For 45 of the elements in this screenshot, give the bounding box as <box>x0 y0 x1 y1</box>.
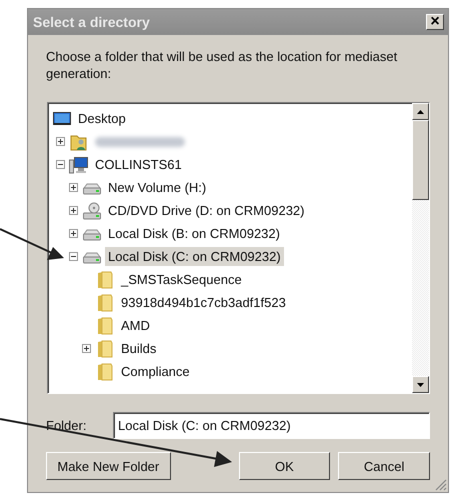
user-folder-icon <box>70 132 88 150</box>
folder-icon <box>97 270 113 288</box>
desktop-icon <box>53 110 71 126</box>
scroll-down-button[interactable] <box>412 376 429 393</box>
tree-item[interactable]: Desktop <box>75 109 129 128</box>
folder-icon <box>97 340 113 358</box>
expand-icon[interactable] <box>69 206 78 215</box>
tree-item[interactable]: Local Disk (C: on CRM09232) <box>105 247 284 266</box>
tree-item[interactable]: _SMSTaskSequence <box>118 270 245 289</box>
window-title: Select a directory <box>33 14 150 30</box>
tree-item[interactable]: Compliance <box>118 362 193 381</box>
scroll-thumb[interactable] <box>412 120 429 200</box>
instruction-text: Choose a folder that will be used as the location for mediaset generation: <box>46 48 398 82</box>
tree-item[interactable]: CD/DVD Drive (D: on CRM09232) <box>105 201 308 220</box>
drive-icon <box>83 250 101 264</box>
folder-field[interactable]: Local Disk (C: on CRM09232) <box>113 412 430 439</box>
tree-item[interactable]: AMD <box>118 316 153 335</box>
folder-icon <box>97 316 113 334</box>
scrollbar[interactable] <box>412 103 429 393</box>
dialog-button[interactable]: Cancel <box>338 452 430 480</box>
computer-icon <box>69 156 89 174</box>
close-button[interactable]: × <box>426 14 444 30</box>
tree-item[interactable]: 93918d494b1c7cb3adf1f523 <box>118 293 289 312</box>
dialog-button[interactable]: OK <box>238 452 330 480</box>
tree-item[interactable]: COLLINSTS61 <box>92 155 185 174</box>
folder-icon <box>97 294 113 312</box>
tree-item[interactable]: Builds <box>118 339 160 358</box>
resize-grip[interactable] <box>435 479 447 491</box>
pointer-arrow <box>0 228 64 260</box>
up-arrow-icon <box>417 110 424 114</box>
folder-icon <box>97 362 113 380</box>
expand-icon[interactable] <box>56 137 65 146</box>
drive-icon <box>83 180 101 194</box>
dialog-button[interactable]: Make New Folder <box>46 452 171 480</box>
drive-icon <box>83 226 101 240</box>
tree-item[interactable]: Local Disk (B: on CRM09232) <box>105 224 283 243</box>
collapse-icon[interactable] <box>69 252 78 261</box>
expand-icon[interactable] <box>69 183 78 192</box>
tree-item[interactable]: New Volume (H:) <box>105 178 210 197</box>
scroll-up-button[interactable] <box>412 103 429 120</box>
collapse-icon[interactable] <box>56 160 65 169</box>
expand-icon[interactable] <box>69 229 78 238</box>
expand-icon[interactable] <box>82 344 91 353</box>
down-arrow-icon <box>417 382 424 386</box>
cd-drive-icon <box>83 202 101 220</box>
